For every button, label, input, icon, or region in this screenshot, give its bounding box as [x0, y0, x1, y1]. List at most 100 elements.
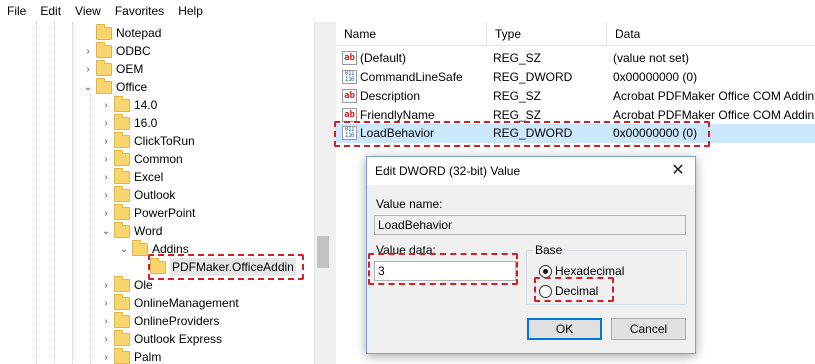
folder-icon [114, 221, 130, 238]
menu-help[interactable]: Help [171, 0, 210, 22]
radio-decimal[interactable]: Decimal [539, 284, 598, 298]
tree-item-odbc[interactable]: › ODBC [82, 41, 151, 60]
menu-bar: File Edit View Favorites Help [0, 0, 815, 22]
tree-item-label: Ole [134, 278, 153, 292]
folder-icon [114, 347, 130, 364]
chevron-right-icon[interactable]: › [100, 208, 112, 219]
chevron-right-icon[interactable]: › [82, 46, 94, 57]
scrollbar-thumb[interactable] [317, 236, 329, 268]
chevron-right-icon[interactable]: › [100, 154, 112, 165]
tree-item-label: OnlineManagement [134, 296, 239, 310]
list-row[interactable]: 011 110 CommandLineSafe REG_DWORD 0x000000… [336, 68, 815, 87]
tree-item-label: Palm [134, 350, 162, 364]
column-header-data[interactable]: Data [606, 22, 815, 46]
radio-label: Hexadecimal [555, 264, 625, 278]
chevron-right-icon[interactable]: › [100, 100, 112, 111]
tree-item-clicktorun[interactable]: › ClickToRun [100, 131, 195, 150]
cancel-button[interactable]: Cancel [611, 318, 686, 340]
row-name: FriendlyName [360, 108, 435, 122]
row-name: LoadBehavior [360, 126, 435, 140]
string-value-icon: ab [342, 89, 357, 103]
radio-hexadecimal[interactable]: Hexadecimal [539, 264, 624, 278]
tree-item-pdfmaker[interactable]: PDFMaker.OfficeAddin [136, 257, 296, 276]
chevron-right-icon[interactable]: › [100, 172, 112, 183]
tree-item-14-0[interactable]: › 14.0 [100, 95, 157, 114]
tree-item-notepad[interactable]: Notepad [82, 23, 162, 42]
folder-icon [114, 311, 130, 328]
tree-item-onlinemanagement[interactable]: › OnlineManagement [100, 293, 239, 312]
tree-item-powerpoint[interactable]: › PowerPoint [100, 203, 196, 222]
chevron-right-icon[interactable]: › [100, 316, 112, 327]
chevron-right-icon[interactable]: › [100, 190, 112, 201]
tree-item-excel[interactable]: › Excel [100, 167, 164, 186]
list-row-selected[interactable]: 011 110 LoadBehavior REG_DWORD 0x00000000 … [336, 124, 815, 143]
tree-item-onlineproviders[interactable]: › OnlineProviders [100, 311, 219, 330]
chevron-right-icon[interactable]: › [100, 136, 112, 147]
chevron-right-icon[interactable]: › [100, 334, 112, 345]
column-header-type[interactable]: Type [486, 22, 606, 46]
list-row[interactable]: ab Description REG_SZ Acrobat PDFMaker Of… [336, 87, 815, 106]
tree-item-palm[interactable]: › Palm [100, 347, 162, 364]
chevron-right-icon[interactable]: › [100, 118, 112, 129]
tree-item-label: PowerPoint [134, 206, 196, 220]
tree-item-word[interactable]: ⌄ Word [100, 221, 162, 240]
tree-item-label: Outlook [134, 188, 176, 202]
folder-icon [132, 239, 148, 256]
radio-empty-icon[interactable] [539, 284, 552, 298]
tree-item-outlook-express[interactable]: › Outlook Express [100, 329, 222, 348]
value-data-input[interactable]: 3 [374, 261, 516, 281]
list-row[interactable]: ab FriendlyName REG_SZ Acrobat PDFMaker O… [336, 106, 815, 125]
tree-guide-line [36, 22, 37, 364]
tree-item-outlook[interactable]: › Outlook [100, 185, 176, 204]
folder-icon [150, 257, 166, 274]
menu-view[interactable]: View [68, 0, 108, 22]
tree-item-ole[interactable]: › Ole [100, 275, 153, 294]
list-header: Name Type Data [336, 22, 815, 46]
tree-item-label: Notepad [116, 26, 162, 40]
folder-icon [114, 149, 130, 166]
menu-file[interactable]: File [0, 0, 33, 22]
chevron-right-icon[interactable]: › [100, 280, 112, 291]
folder-icon [96, 41, 112, 58]
row-name: Description [360, 89, 421, 103]
list-row[interactable]: ab (Default) REG_SZ (value not set) [336, 49, 815, 68]
folder-icon [114, 275, 130, 292]
folder-icon [96, 23, 112, 40]
chevron-right-icon[interactable]: › [82, 64, 94, 75]
radio-label: Decimal [555, 284, 599, 298]
folder-icon [114, 131, 130, 148]
row-type: REG_DWORD [493, 126, 573, 140]
tree-item-office[interactable]: ⌄ Office [82, 77, 147, 96]
edit-dword-dialog: Edit DWORD (32-bit) Value ✕ Value name: … [366, 156, 696, 354]
value-name-field: LoadBehavior [374, 215, 686, 235]
tree-item-16-0[interactable]: › 16.0 [100, 113, 157, 132]
close-icon[interactable]: ✕ [661, 157, 695, 185]
folder-icon [114, 293, 130, 310]
chevron-down-icon[interactable]: ⌄ [118, 244, 130, 255]
dialog-title: Edit DWORD (32-bit) Value [367, 157, 695, 185]
tree-item-label: Addins [152, 242, 189, 256]
chevron-down-icon[interactable]: ⌄ [82, 82, 94, 93]
tree-guide-line [54, 22, 55, 364]
menu-edit[interactable]: Edit [33, 0, 68, 22]
binary-value-icon: 011 110 [342, 70, 357, 84]
column-header-name[interactable]: Name [336, 22, 486, 46]
row-data: (value not set) [613, 51, 690, 65]
tree-scrollbar[interactable] [314, 22, 330, 364]
chevron-right-icon[interactable]: › [100, 352, 112, 363]
tree-item-label: Excel [134, 170, 164, 184]
tree-item-common[interactable]: › Common [100, 149, 183, 168]
row-name: CommandLineSafe [360, 70, 463, 84]
chevron-down-icon[interactable]: ⌄ [100, 226, 112, 237]
tree-item-label: ODBC [116, 44, 151, 58]
row-data: 0x00000000 (0) [613, 126, 698, 140]
tree-item-oem[interactable]: › OEM [82, 59, 143, 78]
tree-guide-line [72, 22, 73, 364]
menu-favorites[interactable]: Favorites [108, 0, 171, 22]
ok-button[interactable]: OK [527, 318, 602, 340]
radio-selected-icon[interactable] [539, 264, 552, 278]
registry-tree: Notepad › ODBC › OEM ⌄ Office › 14.0 › 1… [0, 22, 330, 364]
folder-icon [114, 329, 130, 346]
chevron-right-icon[interactable]: › [100, 298, 112, 309]
tree-item-addins[interactable]: ⌄ Addins [118, 239, 189, 258]
